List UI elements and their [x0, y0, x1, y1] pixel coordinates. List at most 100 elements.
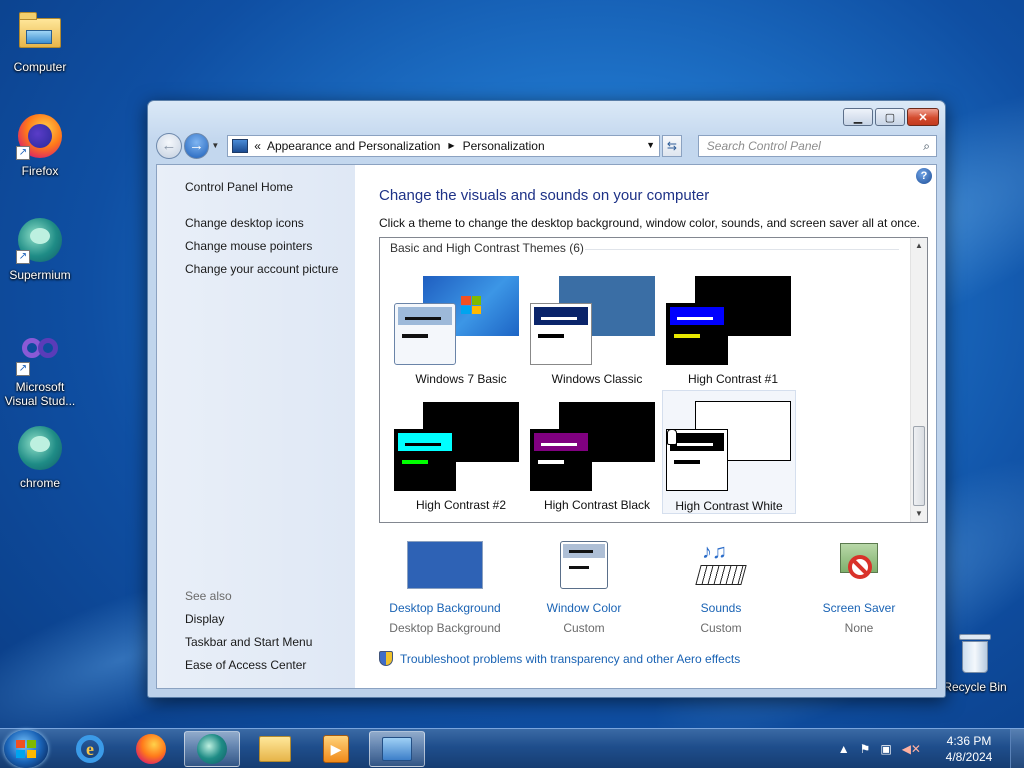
recent-pages-dropdown[interactable]: ▼	[211, 141, 223, 150]
desktop-icon-chrome[interactable]: chrome	[0, 424, 80, 490]
theme-label: Windows 7 Basic	[415, 372, 507, 386]
search-input[interactable]: Search Control Panel ⌕	[697, 134, 937, 157]
theme-preview-window	[530, 303, 592, 365]
address-bar[interactable]: « Appearance and Personalization ▶ Perso…	[227, 134, 660, 157]
caption-buttons: ▁ ▢ ✕	[843, 108, 939, 126]
breadcrumb-appearance[interactable]: Appearance and Personalization	[267, 139, 440, 153]
left-pane: Control Panel Home Change desktop icons …	[157, 165, 355, 688]
link-display[interactable]: Display	[185, 612, 224, 626]
back-arrow-icon: ←	[161, 137, 177, 154]
maximize-button[interactable]: ▢	[875, 108, 905, 126]
desktop-icon-label: Microsoft Visual Stud...	[4, 380, 76, 408]
visual-studio-icon: ↗	[16, 328, 64, 376]
refresh-icon: ⇆	[666, 138, 677, 153]
taskbar-file-explorer[interactable]	[247, 731, 303, 767]
theme-high-contrast-2[interactable]: High Contrast #2	[394, 392, 528, 516]
window-color-icon	[560, 541, 608, 589]
search-placeholder: Search Control Panel	[706, 138, 821, 153]
clock[interactable]: 4:36 PM 4/8/2024	[934, 733, 1004, 765]
troubleshoot-text[interactable]: Troubleshoot problems with transparency …	[400, 652, 740, 666]
troubleshoot-link[interactable]: Troubleshoot problems with transparency …	[379, 651, 740, 666]
theme-preview-window	[394, 303, 456, 365]
breadcrumb-separator-icon[interactable]: ▶	[448, 141, 454, 150]
forward-button[interactable]: →	[183, 132, 210, 159]
show-hidden-icons-icon[interactable]: ▲	[838, 742, 850, 756]
breadcrumb-personalization[interactable]: Personalization	[463, 139, 545, 153]
theme-preview-window	[394, 429, 456, 491]
supermium-icon: ↗	[16, 216, 64, 264]
scroll-down-icon[interactable]: ▼	[911, 506, 927, 522]
theme-high-contrast-1[interactable]: High Contrast #1	[666, 266, 800, 390]
control-panel-icon	[382, 737, 412, 761]
taskbar-media-player[interactable]: ▶	[308, 731, 364, 767]
scrollbar-thumb[interactable]	[913, 426, 925, 506]
see-also-heading: See also	[185, 589, 232, 603]
desktop-icon-firefox[interactable]: ↗ Firefox	[0, 112, 80, 178]
clock-time: 4:36 PM	[946, 734, 992, 748]
close-button[interactable]: ✕	[907, 108, 939, 126]
theme-windows-7-basic[interactable]: Windows 7 Basic	[394, 266, 528, 390]
start-button[interactable]	[4, 730, 48, 768]
setting-link[interactable]: Window Color	[514, 601, 654, 615]
refresh-button[interactable]: ⇆	[662, 134, 682, 157]
desktop-icon-label: Firefox	[21, 164, 59, 178]
page-description: Click a theme to change the desktop back…	[379, 216, 920, 230]
desktop-icon-visual-studio[interactable]: ↗ Microsoft Visual Stud...	[0, 328, 80, 408]
taskbar-firefox[interactable]	[123, 731, 179, 767]
link-change-account-picture[interactable]: Change your account picture	[185, 262, 338, 276]
windows-logo-icon	[461, 296, 481, 314]
theme-label: High Contrast White	[675, 499, 783, 513]
desktop-icon-supermium[interactable]: ↗ Supermium	[0, 216, 80, 282]
address-overflow-chevron[interactable]: «	[254, 139, 261, 153]
help-icon[interactable]: ?	[916, 168, 932, 184]
recycle-bin-icon	[957, 632, 993, 676]
volume-muted-icon[interactable]: ◀✕	[902, 742, 921, 756]
setting-link[interactable]: Desktop Background	[375, 601, 515, 615]
search-icon[interactable]: ⌕	[923, 139, 930, 154]
desktop-icon-label: Computer	[13, 60, 67, 74]
setting-link[interactable]: Sounds	[651, 601, 791, 615]
taskbar: e ▶ ▲ ⚑ ▣ ◀✕ 4:36 PM 4/8/2024	[0, 728, 1024, 768]
theme-label: Windows Classic	[551, 372, 643, 386]
clock-date: 4/8/2024	[945, 750, 993, 764]
link-control-panel-home[interactable]: Control Panel Home	[185, 180, 293, 194]
theme-windows-classic[interactable]: Windows Classic	[530, 266, 664, 390]
link-change-desktop-icons[interactable]: Change desktop icons	[185, 216, 304, 230]
theme-label: High Contrast #1	[687, 372, 779, 386]
theme-preview-window	[530, 429, 592, 491]
action-center-flag-icon[interactable]: ⚑	[860, 742, 871, 756]
minimize-button[interactable]: ▁	[843, 108, 873, 126]
setting-value: Desktop Background	[389, 621, 501, 635]
taskbar-control-panel[interactable]	[369, 731, 425, 767]
scroll-up-icon[interactable]: ▲	[911, 238, 927, 254]
file-explorer-icon	[259, 736, 291, 762]
taskbar-supermium[interactable]	[184, 731, 240, 767]
desktop-icon-label: chrome	[19, 476, 60, 490]
theme-high-contrast-black[interactable]: High Contrast Black	[530, 392, 664, 516]
maximize-icon: ▢	[884, 111, 896, 124]
system-tray: ▲ ⚑ ▣ ◀✕ 4:36 PM 4/8/2024	[833, 729, 1024, 768]
close-icon: ✕	[918, 111, 928, 124]
theme-high-contrast-white[interactable]: High Contrast White	[662, 390, 796, 514]
firefox-icon	[136, 734, 166, 764]
setting-link[interactable]: Screen Saver	[789, 601, 929, 615]
theme-list: Basic and High Contrast Themes (6) Windo…	[379, 237, 928, 523]
theme-list-scrollbar[interactable]: ▲ ▼	[910, 238, 927, 522]
show-desktop-button[interactable]	[1010, 729, 1024, 768]
setting-value: Custom	[700, 621, 742, 635]
link-ease-of-access[interactable]: Ease of Access Center	[185, 658, 306, 672]
desktop-icon-label: Supermium	[9, 268, 71, 282]
shortcut-arrow-icon: ↗	[16, 362, 30, 376]
group-divider	[585, 249, 899, 250]
back-button[interactable]: ←	[156, 132, 182, 159]
media-player-icon: ▶	[323, 735, 349, 763]
link-taskbar-start-menu[interactable]: Taskbar and Start Menu	[185, 635, 312, 649]
desktop-icon-computer[interactable]: Computer	[0, 8, 80, 74]
theme-group-heading[interactable]: Basic and High Contrast Themes (6)	[390, 241, 584, 255]
theme-preview-window	[666, 303, 728, 365]
taskbar-internet-explorer[interactable]: e	[62, 731, 118, 767]
network-icon[interactable]: ▣	[880, 742, 891, 756]
address-dropdown-icon[interactable]: ▼	[646, 140, 655, 150]
desktop-icon-recycle-bin[interactable]: Recycle Bin	[935, 632, 1015, 694]
link-change-mouse-pointers[interactable]: Change mouse pointers	[185, 239, 312, 253]
